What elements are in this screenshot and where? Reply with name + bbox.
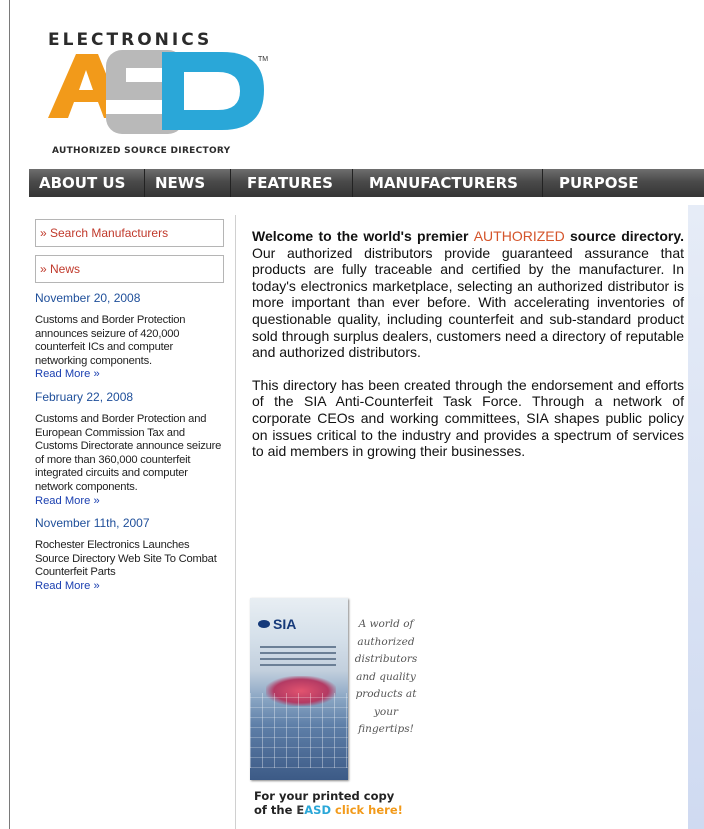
news-item: November 20, 2008 Customs and Border Pro… bbox=[35, 291, 225, 382]
main-nav: ABOUT US NEWS FEATURES MANUFACTURERS PUR… bbox=[29, 169, 704, 197]
intro-body: Our authorized distributors provide guar… bbox=[252, 244, 684, 361]
authorized-highlight: AUTHORIZED bbox=[473, 228, 565, 244]
order-line-1: For your printed copy bbox=[254, 789, 395, 803]
news-date: November 11th, 2007 bbox=[35, 516, 150, 531]
nav-features[interactable]: FEATURES bbox=[231, 169, 353, 197]
sia-globe-icon bbox=[258, 620, 270, 628]
order-brand-asd: ASD bbox=[304, 803, 331, 817]
logo-asd-graphic bbox=[48, 50, 264, 134]
nav-manufacturers[interactable]: MANUFACTURERS bbox=[353, 169, 543, 197]
column-divider bbox=[235, 215, 236, 829]
sia-book-logo: SIA bbox=[258, 616, 296, 632]
book-grid-pattern bbox=[250, 693, 348, 768]
main-content: Welcome to the world's premier AUTHORIZE… bbox=[252, 228, 684, 460]
read-more-link[interactable]: Read More » bbox=[35, 580, 225, 594]
news-summary: Customs and Border Protection announces … bbox=[35, 314, 186, 367]
read-more-link[interactable]: Read More » bbox=[35, 368, 225, 382]
click-here-link[interactable]: click here! bbox=[335, 803, 403, 817]
news-item: February 22, 2008 Customs and Border Pro… bbox=[35, 390, 225, 508]
logo-letter-d bbox=[162, 52, 264, 130]
nav-about-us[interactable]: ABOUT US bbox=[29, 169, 145, 197]
news-summary: Rochester Electronics Launches Source Di… bbox=[35, 539, 217, 579]
right-gradient-panel bbox=[688, 205, 704, 829]
nav-purpose[interactable]: PURPOSE bbox=[543, 169, 704, 197]
logo-tagline: AUTHORIZED SOURCE DIRECTORY bbox=[52, 146, 231, 156]
news-date: February 22, 2008 bbox=[35, 389, 134, 404]
search-manufacturers-link[interactable]: » Search Manufacturers bbox=[35, 219, 224, 247]
news-date: November 20, 2008 bbox=[35, 291, 141, 305]
intro-paragraph: Welcome to the world's premier AUTHORIZE… bbox=[252, 228, 684, 361]
site-logo[interactable]: ELECTRONICS TM AUTHORIZED SOURCE DIRECTO… bbox=[36, 28, 286, 158]
sia-book-brand: SIA bbox=[273, 616, 297, 632]
printed-copy-promo: For your printed copy of the EASD click … bbox=[254, 789, 424, 817]
nav-news[interactable]: NEWS bbox=[145, 169, 231, 197]
order-line-2: of the EASD click here! bbox=[254, 803, 424, 817]
intro-bold-tail: source directory. bbox=[564, 228, 684, 244]
news-item: November 11th, 2007 Rochester Electronic… bbox=[35, 516, 225, 593]
sidebar: » Search Manufacturers » News November 2… bbox=[35, 219, 225, 594]
news-summary: Customs and Border Protection and Europe… bbox=[35, 412, 222, 493]
promo-tagline: A world of authorized distributors and q… bbox=[354, 618, 418, 735]
printed-directory-cover-image[interactable]: SIA bbox=[250, 598, 348, 780]
intro-bold-lead: Welcome to the world's premier bbox=[252, 228, 474, 244]
sia-paragraph: This directory has been created through … bbox=[252, 376, 684, 460]
read-more-link[interactable]: Read More » bbox=[35, 495, 225, 509]
order-prefix: of the bbox=[254, 803, 297, 817]
news-link[interactable]: » News bbox=[35, 255, 224, 283]
book-title-lines bbox=[260, 646, 336, 670]
